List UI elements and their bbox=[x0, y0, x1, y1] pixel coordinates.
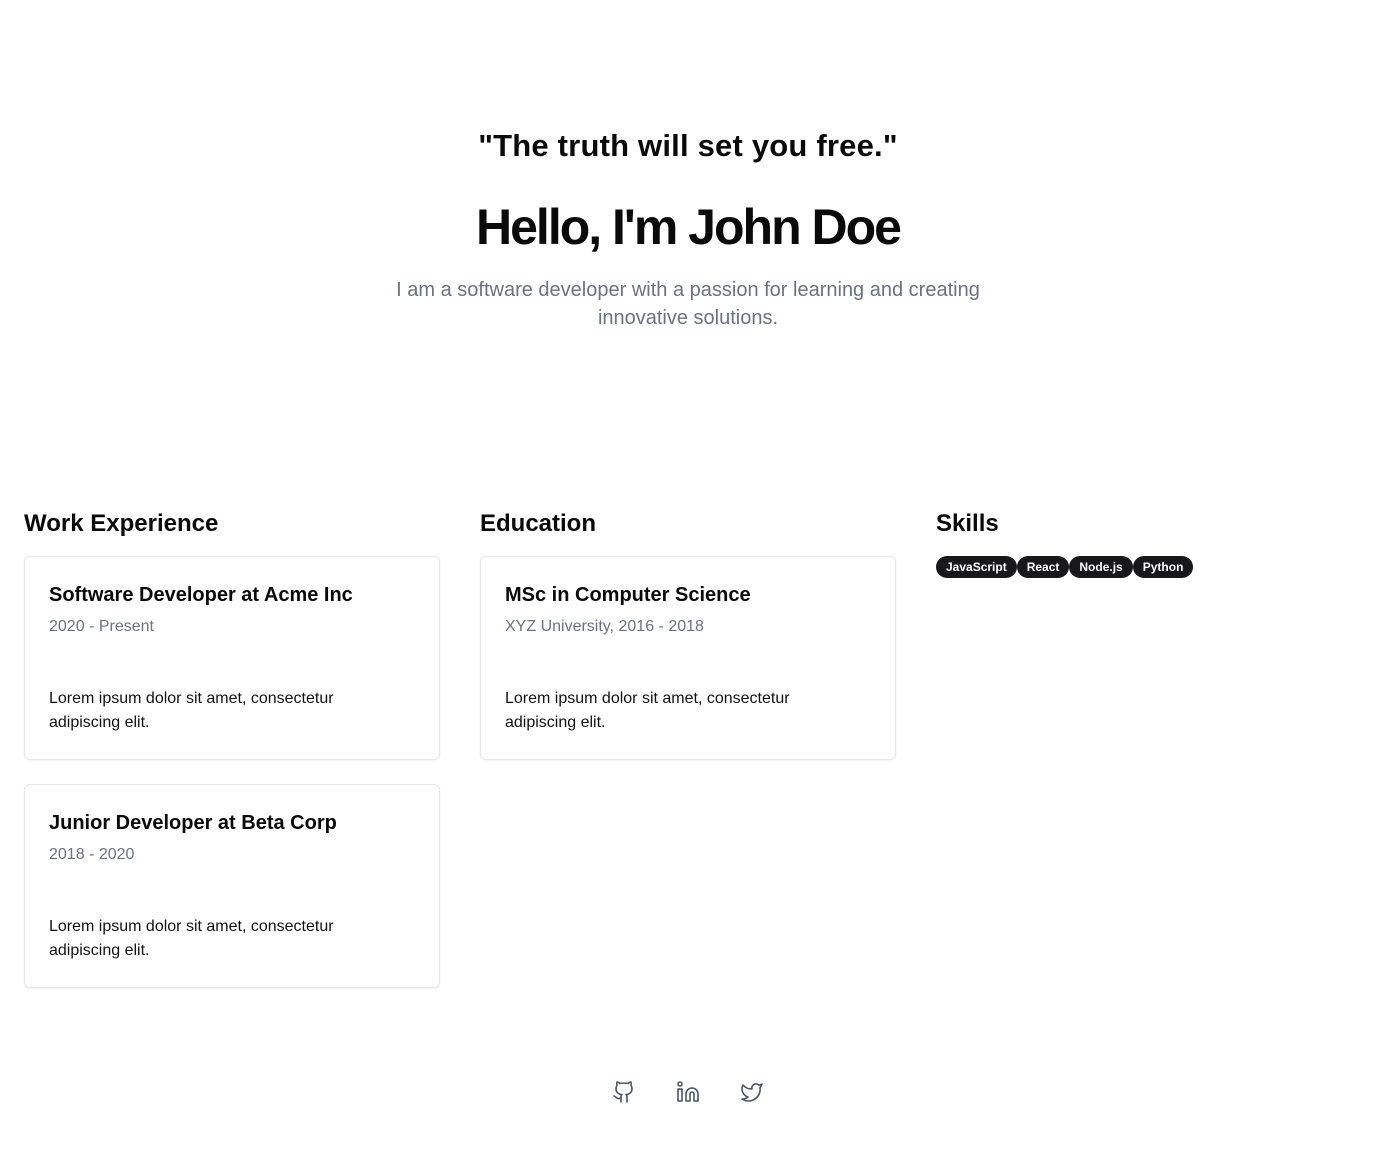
hero-subtitle: I am a software developer with a passion… bbox=[396, 279, 980, 329]
degree-title: MSc in Computer Science bbox=[505, 584, 751, 606]
job-title: Junior Developer at Beta Corp bbox=[49, 812, 337, 834]
skills-section: Skills JavaScript React Node.js Python bbox=[936, 508, 1352, 578]
job-card: Software Developer at Acme Inc 2020 - Pr… bbox=[24, 556, 440, 760]
skill-badge-react: React bbox=[1016, 556, 1070, 578]
job-period: 2020 - Present bbox=[49, 618, 154, 635]
job-description: Lorem ipsum dolor sit amet, consectetur … bbox=[49, 690, 334, 731]
job-period: 2018 - 2020 bbox=[49, 846, 135, 863]
skill-badge-python: Python bbox=[1132, 556, 1194, 578]
degree-description: Lorem ipsum dolor sit amet, consectetur … bbox=[505, 690, 790, 731]
work-experience-heading: Work Experience bbox=[24, 510, 219, 537]
portfolio-page: "The truth will set you free." Hello, I'… bbox=[0, 0, 1376, 1156]
social-links bbox=[0, 1080, 1376, 1104]
skill-badge-javascript: JavaScript bbox=[936, 556, 1017, 578]
linkedin-icon[interactable] bbox=[676, 1080, 700, 1104]
hero-quote: "The truth will set you free." bbox=[478, 128, 898, 163]
education-section: Education MSc in Computer Science XYZ Un… bbox=[480, 508, 896, 760]
work-experience-section: Work Experience Software Developer at Ac… bbox=[24, 508, 440, 988]
github-icon[interactable] bbox=[612, 1080, 636, 1104]
education-card: MSc in Computer Science XYZ University, … bbox=[480, 556, 896, 760]
job-description: Lorem ipsum dolor sit amet, consectetur … bbox=[49, 918, 334, 959]
skills-heading: Skills bbox=[936, 510, 999, 537]
skill-badge-nodejs: Node.js bbox=[1069, 556, 1133, 578]
twitter-icon[interactable] bbox=[740, 1080, 764, 1104]
job-card: Junior Developer at Beta Corp 2018 - 202… bbox=[24, 784, 440, 988]
education-heading: Education bbox=[480, 510, 597, 537]
skill-list: JavaScript React Node.js Python bbox=[936, 556, 1194, 578]
job-title: Software Developer at Acme Inc bbox=[49, 584, 353, 606]
degree-period: XYZ University, 2016 - 2018 bbox=[505, 618, 704, 635]
hero-title: Hello, I'm John Doe bbox=[476, 199, 902, 255]
